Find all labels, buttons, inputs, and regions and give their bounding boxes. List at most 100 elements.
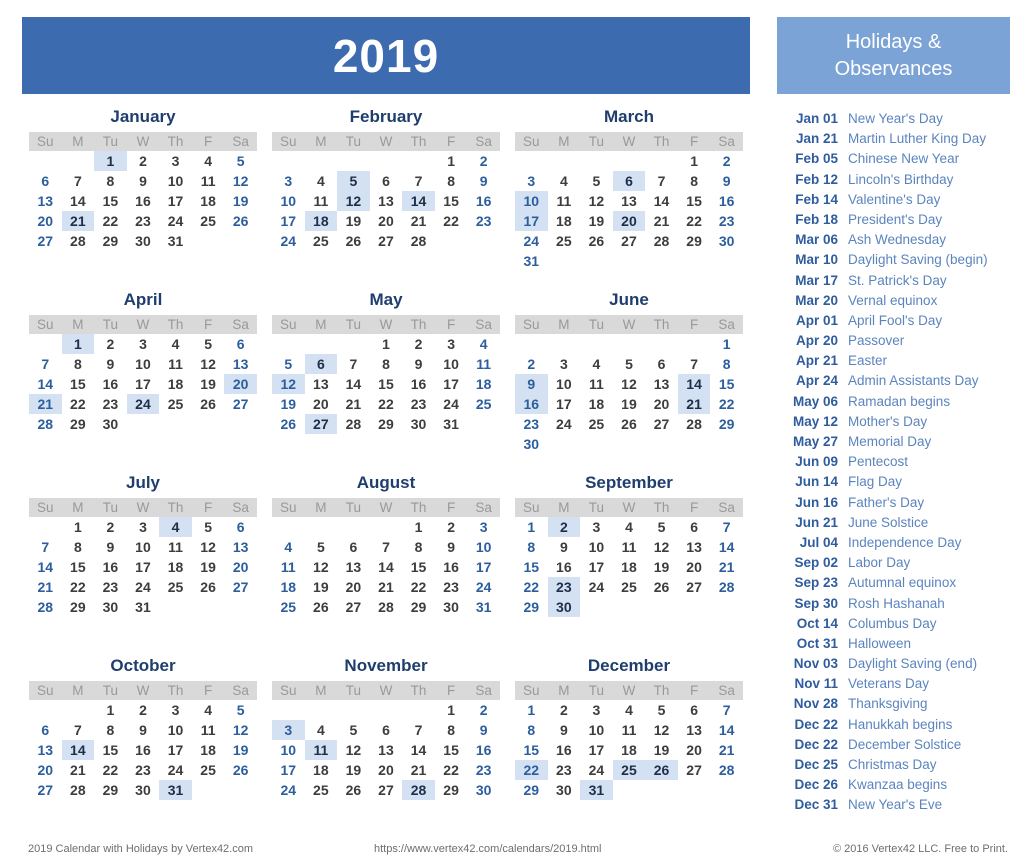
week-row: 17 18 19 20 21 22 23	[515, 211, 743, 231]
day-cell: 15	[70, 559, 86, 575]
weekday-header-sa: Sa	[710, 315, 743, 334]
holiday-date: Jul 04	[799, 534, 838, 550]
holiday-list-item: Mar 17 St. Patrick's Day	[786, 273, 1010, 293]
weekday-header-w: W	[612, 132, 646, 151]
day-cell: 12	[313, 559, 329, 575]
weekday-header-f: F	[191, 315, 225, 334]
day-cell: 22	[70, 579, 86, 595]
day-cell: 3	[139, 336, 147, 352]
holiday-name: June Solstice	[848, 514, 929, 530]
day-cell-empty	[435, 231, 468, 251]
holiday-name: Memorial Day	[848, 434, 932, 449]
day-cell: 28	[378, 599, 394, 615]
day-cell-empty	[305, 517, 338, 537]
day-cell: 20	[686, 559, 702, 575]
day-cell: 26	[345, 782, 362, 798]
day-cell: 3	[284, 173, 293, 189]
day-cell-empty	[645, 251, 678, 271]
week-row: 12	[515, 151, 743, 171]
day-cell-empty	[159, 414, 192, 434]
holiday-date: Feb 14	[795, 191, 838, 207]
day-cell: 28	[653, 233, 670, 249]
day-cell: 2	[447, 519, 455, 535]
day-cell: 17	[588, 742, 605, 758]
holiday-date: Mar 06	[795, 232, 838, 248]
week-row: 2 3 4 5 6 7 8	[515, 354, 743, 374]
holiday-list-item: Sep 23 Autumnal equinox	[786, 575, 1010, 595]
day-cell: 5	[204, 336, 212, 352]
day-cell: 15	[718, 376, 735, 392]
day-cell-empty	[62, 700, 95, 720]
weekday-header-f: F	[191, 498, 225, 517]
day-cell-empty	[224, 414, 257, 434]
weekday-header-row: Su M Tu W Th F Sa	[515, 132, 743, 151]
day-cell: 8	[73, 539, 82, 555]
day-cell: 26	[200, 396, 216, 412]
day-cell: 25	[280, 599, 297, 615]
holiday-name: Valentine's Day	[848, 191, 941, 207]
day-cell: 30	[135, 782, 151, 798]
day-cell: 25	[200, 762, 216, 778]
day-cell: 3	[592, 519, 601, 535]
holiday-list-item: Feb 18 President's Day	[786, 212, 1010, 232]
holiday-list-item: Apr 21 Easter	[786, 353, 1010, 373]
day-cell: 14	[378, 559, 394, 575]
holiday-name: Admin Assistants Day	[848, 373, 979, 389]
holiday-date: Sep 02	[794, 555, 838, 571]
day-cell: 11	[621, 539, 637, 555]
week-row: 10 11 12 13 14 15 16	[272, 191, 500, 211]
month-table: Su M Tu W Th F Sa 1 2 3 4 5 6 7 8 9 10 11 12 13 14 15 16 17 18 19…	[272, 498, 500, 617]
day-cell: 22	[443, 213, 459, 229]
weekday-header-f: F	[677, 132, 711, 151]
weekday-header-th: Th	[159, 132, 192, 151]
day-cell-holiday: 11	[304, 740, 338, 760]
day-cell: 13	[37, 193, 54, 209]
day-cell: 16	[102, 559, 119, 575]
month-title: August	[356, 473, 416, 492]
day-cell-empty	[580, 334, 613, 354]
day-cell-holiday: 17	[515, 211, 548, 231]
weekday-header-row: Su M Tu W Th F Sa	[29, 681, 257, 700]
holiday-name: Vernal equinox	[848, 292, 938, 308]
day-cell: 26	[313, 599, 329, 615]
weekday-header-tu: Tu	[94, 498, 127, 517]
day-cell: 10	[588, 722, 605, 738]
holiday-list-item: Dec 31 New Year's Eve	[786, 797, 1010, 817]
holiday-date: Mar 20	[795, 292, 838, 308]
weekday-header-su: Su	[29, 498, 62, 517]
day-cell: 5	[625, 356, 633, 372]
week-row: 8 9 10 11 12 13 14	[515, 720, 743, 740]
day-cell-empty	[192, 597, 225, 617]
day-cell: 9	[447, 539, 455, 555]
weekday-header-sa: Sa	[467, 315, 500, 334]
month-table: Su M Tu W Th F Sa 1 2 3 4 5 6 7 8 9 10 11 12 13 14 15 16 17 18 19…	[29, 315, 257, 434]
holiday-date: Dec 25	[794, 757, 838, 772]
day-cell-holiday: 4	[159, 517, 192, 537]
day-cell-empty	[613, 151, 646, 171]
day-cell: 30	[135, 233, 151, 249]
month-block: November Su M Tu W Th F Sa 1 2 3 4 5 6 7 8 9 10 11 12 13 14 15…	[265, 656, 507, 839]
day-cell-empty	[710, 780, 743, 800]
month-block: May Su M Tu W Th F Sa 1 2 3 4 5 6 7 8 9 10 11 12 13 14 15 16 17 1…	[265, 290, 507, 473]
holiday-list-item: Mar 06 Ash Wednesday	[786, 232, 1010, 252]
day-cell: 16	[475, 193, 492, 209]
footer-url[interactable]: https://www.vertex42.com/calendars/2019.…	[374, 843, 601, 855]
holidays-panel: Holidays & Observances Jan 01 New Year's …	[777, 17, 1010, 818]
day-cell-empty	[678, 780, 711, 800]
day-cell: 27	[378, 233, 394, 249]
day-cell: 3	[171, 702, 180, 718]
week-row: 1 2 3	[272, 517, 500, 537]
day-cell: 19	[232, 742, 249, 758]
day-cell-holiday: 21	[29, 394, 62, 414]
day-cell-holiday: 3	[272, 720, 305, 740]
day-cell: 3	[559, 356, 568, 372]
day-cell: 30	[556, 782, 572, 798]
calendar-region: 2019 January Su M Tu W Th F Sa 1 2 3 4 5 6 7 8 9 10 11 12 13…	[22, 17, 750, 839]
day-cell: 29	[70, 416, 86, 432]
day-cell: 1	[73, 519, 82, 535]
weekday-header-th: Th	[159, 681, 192, 700]
day-cell: 19	[653, 742, 670, 758]
holiday-list-item: Feb 05 Chinese New Year	[786, 151, 1010, 171]
day-cell: 6	[236, 519, 245, 535]
day-cell: 4	[204, 702, 212, 718]
